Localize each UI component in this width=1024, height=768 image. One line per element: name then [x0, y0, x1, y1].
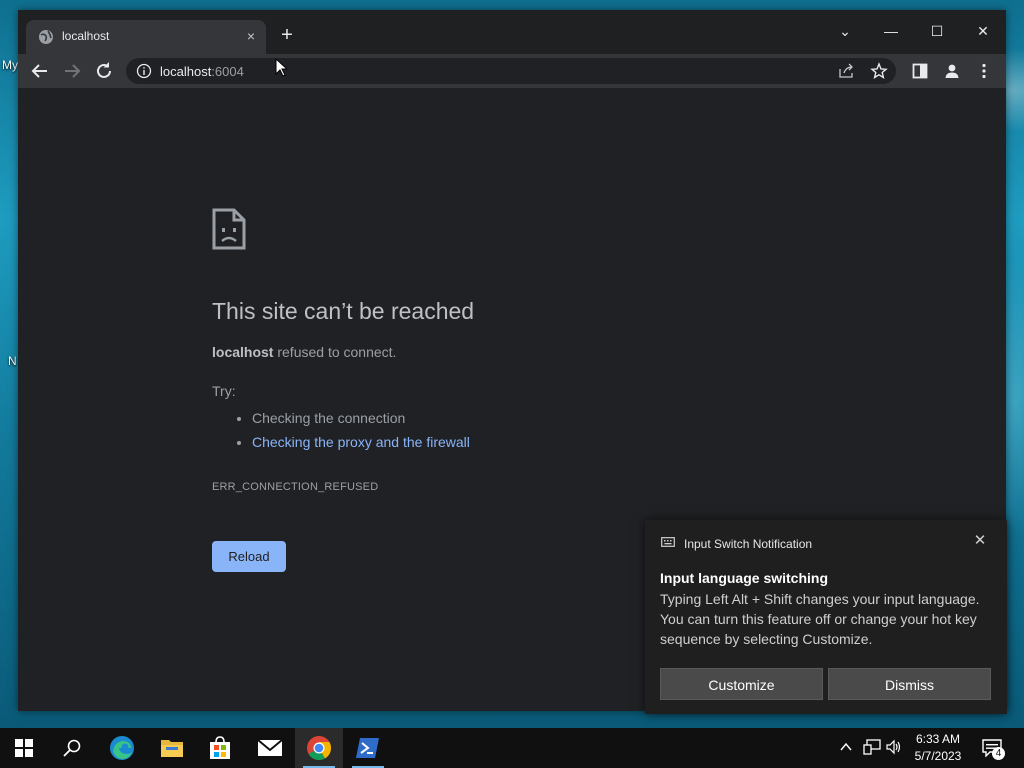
powershell-icon: [356, 738, 379, 758]
notification-app-name: Input Switch Notification: [684, 537, 813, 551]
mail-icon: [257, 739, 283, 756]
error-desc-suffix: refused to connect.: [273, 344, 397, 360]
notification-count-badge: 4: [992, 747, 1005, 760]
taskbar-chrome[interactable]: [295, 728, 343, 768]
taskbar-edge[interactable]: [98, 728, 146, 768]
close-window-button[interactable]: ✕: [960, 16, 1006, 46]
new-tab-button[interactable]: +: [276, 25, 298, 47]
taskbar-powershell[interactable]: [344, 728, 392, 768]
reload-button[interactable]: Reload: [212, 541, 286, 572]
maximize-button[interactable]: ☐: [914, 16, 960, 46]
search-icon: [63, 739, 81, 757]
browser-titlebar: localhost × + ⌄ — ☐ ✕: [18, 10, 1006, 54]
error-description: localhost refused to connect.: [212, 344, 396, 360]
globe-icon: [39, 30, 53, 44]
clock-date: 5/7/2023: [914, 749, 962, 763]
taskbar-file-explorer[interactable]: [148, 728, 196, 768]
sad-page-icon: [212, 208, 246, 250]
desktop-icon-label[interactable]: N: [8, 354, 17, 368]
taskbar-clock[interactable]: 6:33 AM 5/7/2023: [908, 731, 968, 765]
url-port: :6004: [211, 64, 244, 79]
try-label: Try:: [212, 383, 236, 399]
clock-time: 6:33 AM: [915, 732, 961, 746]
store-icon: [210, 736, 230, 759]
notification-title: Input language switching: [660, 570, 828, 586]
suggestion-item: Checking the connection: [252, 406, 470, 430]
action-center-button[interactable]: 4: [978, 736, 1008, 762]
windows-logo-icon: [15, 739, 33, 757]
customize-button[interactable]: Customize: [660, 668, 823, 700]
address-bar[interactable]: localhost:6004: [126, 58, 896, 84]
side-panel-icon[interactable]: [911, 62, 929, 80]
tab-title: localhost: [62, 29, 110, 43]
url-host: localhost: [160, 64, 212, 79]
bookmark-star-icon[interactable]: [870, 62, 888, 80]
folder-icon: [161, 740, 183, 757]
keyboard-icon: [661, 537, 675, 547]
back-arrow-icon[interactable]: [28, 59, 52, 83]
dismiss-button[interactable]: Dismiss: [828, 668, 991, 700]
url-text[interactable]: localhost:6004: [160, 64, 244, 79]
suggestion-text: Checking the connection: [252, 410, 406, 426]
volume-icon[interactable]: [886, 739, 902, 755]
profile-icon[interactable]: [943, 62, 961, 80]
show-hidden-icons-icon[interactable]: [840, 742, 852, 752]
search-button[interactable]: [48, 728, 96, 768]
minimize-button[interactable]: —: [868, 16, 914, 46]
browser-tab[interactable]: localhost ×: [26, 20, 266, 54]
chrome-icon: [307, 736, 332, 761]
browser-toolbar: localhost:6004: [18, 54, 1006, 88]
taskbar: 6:33 AM 5/7/2023 4: [0, 728, 1024, 768]
reload-icon[interactable]: [92, 59, 116, 83]
notification-toast: Input Switch Notification ✕ Input langua…: [645, 520, 1007, 714]
error-code: ERR_CONNECTION_REFUSED: [212, 481, 379, 493]
taskbar-store[interactable]: [196, 728, 244, 768]
network-icon[interactable]: [863, 739, 881, 755]
info-icon[interactable]: [136, 63, 152, 79]
suggestion-link[interactable]: Checking the proxy and the firewall: [252, 434, 470, 450]
edge-icon: [110, 736, 134, 760]
share-icon[interactable]: [838, 63, 854, 79]
error-host: localhost: [212, 344, 274, 360]
mouse-cursor-icon: [275, 58, 287, 77]
forward-arrow-icon[interactable]: [60, 59, 84, 83]
suggestion-item: Checking the proxy and the firewall: [252, 430, 470, 454]
start-button[interactable]: [0, 728, 48, 768]
error-title: This site can’t be reached: [212, 298, 475, 324]
notification-close-icon[interactable]: ✕: [972, 533, 988, 549]
tab-search-icon[interactable]: ⌄: [822, 16, 868, 46]
desktop-icon-label[interactable]: My: [2, 58, 18, 72]
tab-close-icon[interactable]: ×: [242, 27, 260, 45]
notification-message: Typing Left Alt + Shift changes your inp…: [660, 591, 980, 647]
more-menu-icon[interactable]: [975, 62, 993, 80]
taskbar-mail[interactable]: [246, 728, 294, 768]
suggestion-list: Checking the connection Checking the pro…: [212, 406, 470, 454]
